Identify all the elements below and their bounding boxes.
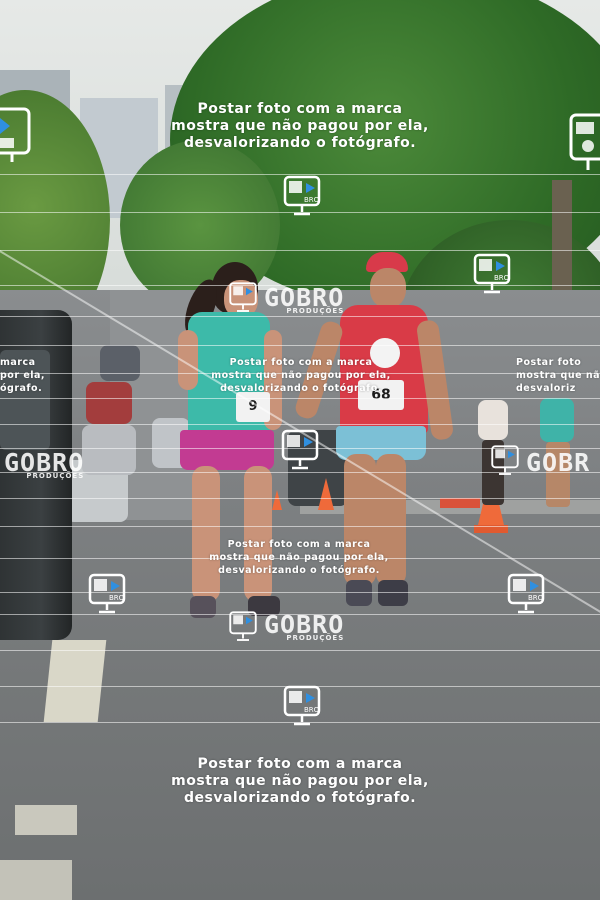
runner-left-skirt: [180, 430, 274, 470]
watermark-line: [0, 345, 600, 346]
watermark-line: [0, 250, 600, 251]
camera-icon: [491, 445, 519, 475]
camera-icon: BRO: [473, 253, 511, 294]
camera-icon: [229, 611, 257, 641]
runner-right-shoe: [346, 580, 372, 606]
camera-icon-label: BRO: [304, 706, 320, 714]
photo-canvas: 9 68 Postar foto com a marca mostra que …: [0, 0, 600, 900]
watermark-brand-logo: GOBRO PRODUÇÕES: [264, 610, 345, 642]
runner-right-face: [370, 268, 406, 308]
camera-icon-label: BRO: [528, 594, 544, 602]
car: [82, 425, 136, 475]
watermark-line: [0, 398, 600, 399]
background-runner: [478, 400, 508, 440]
camera-icon: BRO: [283, 685, 321, 726]
car: [100, 345, 140, 381]
watermark-notice-left-partial: marca por ela, ógrafo.: [0, 357, 46, 394]
traffic-cone: [272, 490, 282, 510]
lane-marking: [15, 805, 77, 835]
camera-icon-label: BRO: [109, 594, 125, 602]
lane-marking: [43, 640, 107, 722]
watermark-brand: GOBR: [526, 448, 591, 477]
watermark-line: [0, 526, 600, 527]
watermark-brand-sub: PRODUÇÕES: [26, 472, 85, 480]
runner-right-shoe: [378, 580, 408, 606]
watermark-brand-logo: GOBRO PRODUÇÕES: [264, 283, 345, 315]
watermark-notice: Postar foto com a marca mostra que não p…: [171, 101, 429, 151]
watermark-line: [0, 424, 600, 425]
camera-icon: BRO: [283, 175, 321, 216]
watermark-notice: Postar foto com a marca mostra que não p…: [211, 357, 391, 394]
watermark-brand-logo: GOBRO PRODUÇÕES: [4, 448, 85, 480]
watermark-line: [0, 498, 600, 499]
camera-icon-large: [0, 107, 31, 162]
watermark-notice-right-partial: Postar foto mostra que nã desvaloriz: [516, 357, 600, 394]
camera-icon-label: BRO: [494, 274, 510, 282]
barrier: [440, 498, 480, 508]
lane-marking: [0, 860, 72, 900]
camera-icon: [229, 282, 257, 312]
camera-icon-label: BRO: [304, 196, 320, 204]
watermark-notice: Postar foto com a marca mostra que não p…: [171, 756, 429, 806]
watermark-brand-sub: PRODUÇÕES: [286, 307, 345, 315]
watermark-line: [0, 650, 600, 651]
runner-left-leg: [244, 466, 272, 602]
camera-icon-large: [569, 113, 600, 170]
background-runner: [540, 398, 574, 442]
watermark-line: [0, 316, 600, 317]
runner-left-leg: [192, 466, 220, 602]
watermark-brand-logo-partial: GOBR: [526, 448, 590, 477]
car: [86, 382, 132, 424]
traffic-cone: [318, 478, 334, 510]
watermark-brand-sub: PRODUÇÕES: [286, 634, 345, 642]
camera-icon: [281, 429, 319, 470]
camera-icon: BRO: [507, 573, 545, 614]
camera-icon: BRO: [88, 573, 126, 614]
watermark-notice: Postar foto com a marca mostra que não p…: [209, 539, 389, 576]
